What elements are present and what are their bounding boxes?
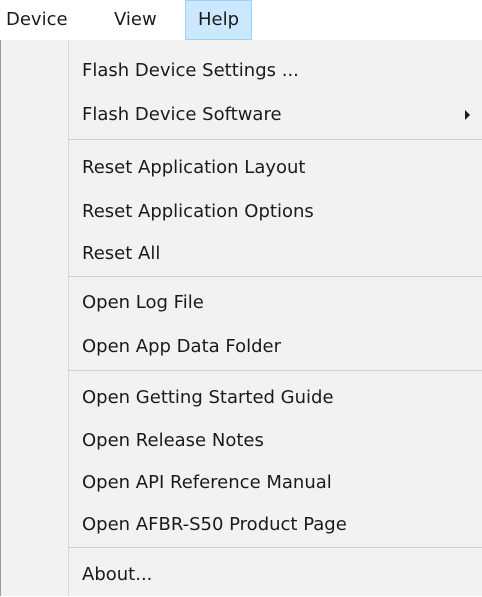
menu-item-open-afbr-s50-product-page[interactable]: Open AFBR-S50 Product Page [69, 503, 482, 547]
menu-item-flash-device-software[interactable]: Flash Device Software [69, 93, 482, 137]
menu-separator [69, 139, 482, 140]
menubar-item-view[interactable]: View [108, 0, 163, 40]
menu-item-open-getting-started-guide[interactable]: Open Getting Started Guide [69, 376, 482, 420]
menu-item-flash-device-settings[interactable]: Flash Device Settings ... [69, 49, 482, 93]
menu-separator [69, 370, 482, 371]
menubar: Device View Help [0, 0, 482, 40]
menu-item-open-log-file[interactable]: Open Log File [69, 281, 482, 325]
menu-item-reset-all[interactable]: Reset All [69, 232, 482, 276]
menubar-item-help[interactable]: Help [185, 0, 253, 40]
menu-item-open-app-data-folder[interactable]: Open App Data Folder [69, 325, 482, 369]
menu-item-about[interactable]: About... [69, 553, 482, 597]
help-dropdown-menu: Flash Device Settings ... Flash Device S… [0, 40, 482, 596]
menu-separator [69, 276, 482, 277]
menu-item-open-release-notes[interactable]: Open Release Notes [69, 419, 482, 463]
chevron-right-icon [465, 110, 470, 120]
menu-item-reset-application-options[interactable]: Reset Application Options [69, 190, 482, 234]
menu-separator [69, 547, 482, 548]
menu-item-flash-device-software-label: Flash Device Software [82, 104, 282, 125]
menubar-item-device[interactable]: Device [0, 0, 74, 40]
menu-item-open-api-reference-manual[interactable]: Open API Reference Manual [69, 461, 482, 505]
menu-item-reset-application-layout[interactable]: Reset Application Layout [69, 146, 482, 190]
